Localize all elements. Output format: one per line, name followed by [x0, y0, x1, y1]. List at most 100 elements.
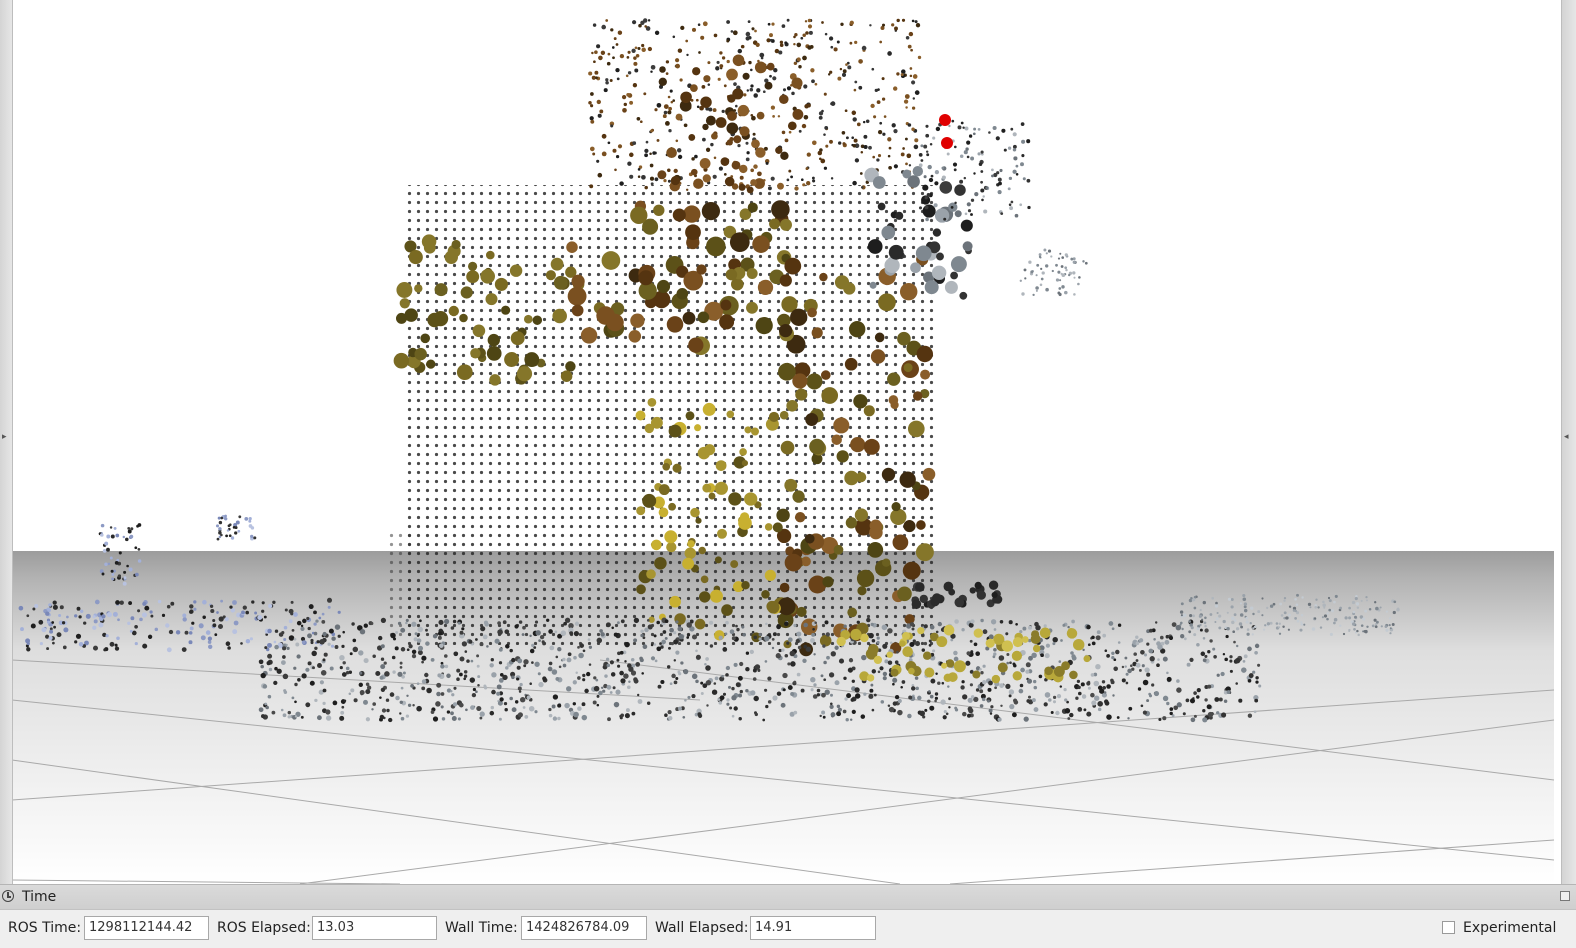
experimental-checkbox[interactable] — [1442, 921, 1455, 934]
cloud-point — [438, 619, 444, 625]
cloud-point — [477, 675, 481, 679]
cloud-point — [922, 651, 932, 660]
cloud-point — [888, 146, 892, 150]
cloud-point — [417, 626, 423, 633]
cloud-point — [872, 176, 886, 189]
cloud-point — [700, 681, 704, 685]
cloud-point — [1203, 621, 1207, 625]
cloud-point — [134, 624, 138, 629]
wall-time-field[interactable]: 1424826784.09 — [521, 916, 647, 940]
cloud-point — [1027, 205, 1031, 210]
cloud-point — [491, 672, 497, 678]
cloud-point — [30, 623, 36, 629]
cloud-point — [627, 50, 631, 54]
cloud-point — [914, 676, 919, 680]
cloud-point — [1117, 623, 1122, 627]
cloud-point — [798, 129, 802, 133]
cloud-point — [887, 628, 893, 634]
cloud-point — [1019, 629, 1023, 634]
cloud-point — [468, 261, 478, 271]
cloud-point — [1080, 682, 1085, 687]
cloud-point — [796, 606, 807, 617]
cloud-point — [485, 293, 498, 306]
cloud-point — [1106, 654, 1110, 658]
cloud-point — [122, 581, 127, 586]
cloud-point — [1242, 660, 1246, 663]
cloud-point — [417, 645, 424, 651]
cloud-point — [1296, 619, 1300, 623]
cloud-point — [748, 60, 752, 65]
cloud-point — [706, 704, 709, 707]
cloud-point — [889, 641, 893, 645]
cloud-point — [1073, 276, 1076, 279]
cloud-point — [1023, 716, 1029, 722]
cloud-point — [313, 631, 318, 636]
cloud-point — [988, 131, 991, 134]
cloud-point — [1008, 176, 1013, 181]
cloud-point — [235, 520, 240, 525]
cloud-point — [113, 526, 117, 530]
cloud-point — [316, 640, 320, 644]
cloud-point — [979, 668, 982, 671]
cloud-point — [220, 516, 224, 520]
cloud-point — [753, 695, 759, 702]
cloud-point — [261, 609, 265, 613]
cloud-point — [1247, 646, 1252, 652]
cloud-point — [710, 142, 714, 147]
cloud-point — [257, 615, 263, 620]
cloud-point — [218, 616, 224, 622]
cloud-point — [249, 637, 253, 641]
cloud-point — [1292, 609, 1296, 612]
cloud-point — [565, 361, 576, 372]
point-cloud-scene[interactable] — [0, 0, 1576, 884]
cloud-point — [38, 619, 44, 625]
cloud-point — [801, 123, 807, 129]
cloud-point — [1397, 607, 1400, 610]
cloud-point — [392, 670, 396, 674]
cloud-point — [1071, 654, 1076, 659]
cloud-point — [426, 359, 436, 369]
cloud-point — [501, 305, 511, 315]
cloud-point — [728, 492, 742, 506]
3d-render-viewport[interactable]: ▸ ◂ — [0, 0, 1576, 884]
cloud-point — [456, 364, 473, 381]
cloud-point — [772, 695, 778, 701]
ros-elapsed-field[interactable]: 13.03 — [312, 916, 437, 940]
float-panel-icon[interactable] — [1560, 891, 1570, 901]
cloud-point — [1171, 622, 1177, 627]
cloud-point — [746, 268, 758, 279]
cloud-point — [1032, 293, 1035, 297]
cloud-point — [994, 686, 997, 690]
cloud-point — [814, 82, 818, 86]
cloud-point — [523, 314, 533, 324]
cloud-point — [991, 168, 994, 172]
cloud-point — [1201, 618, 1204, 621]
left-panel-collapse-handle[interactable]: ▸ — [0, 0, 13, 884]
cloud-point — [612, 686, 616, 690]
cloud-point — [420, 333, 431, 344]
right-panel-collapse-handle[interactable]: ◂ — [1561, 0, 1576, 884]
cloud-point — [425, 628, 428, 632]
cloud-point — [931, 265, 947, 281]
cloud-point — [1077, 691, 1082, 696]
cloud-point — [997, 177, 1002, 182]
cloud-point — [658, 484, 670, 496]
cloud-point — [1087, 643, 1091, 647]
cloud-point — [419, 619, 422, 623]
cloud-point — [664, 636, 668, 640]
cloud-point — [391, 655, 396, 660]
wall-elapsed-field[interactable]: 14.91 — [750, 916, 876, 940]
cloud-point — [669, 89, 673, 93]
cloud-point — [970, 619, 975, 624]
cloud-point — [962, 241, 973, 252]
cloud-point — [861, 45, 867, 51]
ros-time-field[interactable]: 1298112144.42 — [84, 916, 209, 940]
cloud-point — [800, 688, 805, 693]
cloud-point — [925, 124, 929, 128]
cloud-point — [345, 670, 350, 675]
cloud-point — [746, 186, 754, 194]
cloud-point — [909, 641, 915, 648]
cloud-point — [166, 647, 172, 653]
cloud-point — [869, 688, 874, 693]
cloud-point — [529, 682, 532, 685]
